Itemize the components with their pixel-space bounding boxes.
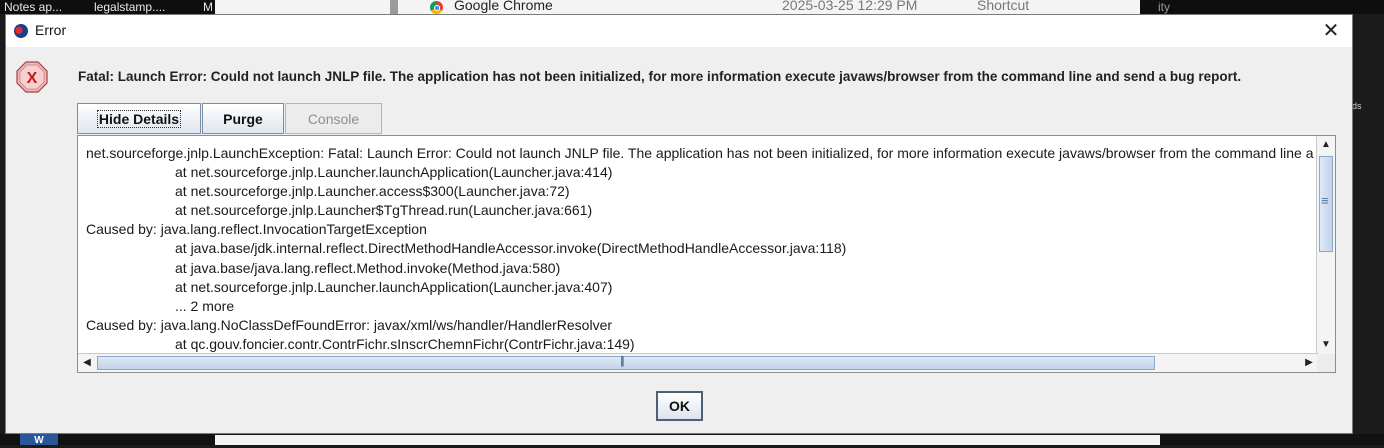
trace-line: net.sourceforge.jnlp.LaunchException: Fa… — [86, 145, 1314, 161]
trace-line: at java.base/jdk.internal.reflect.Direct… — [175, 240, 847, 257]
bg-tab-2[interactable]: legalstamp.... — [94, 0, 180, 14]
vertical-scroll-thumb[interactable] — [1319, 156, 1333, 252]
horizontal-scrollbar[interactable]: ◀ ▶ — [78, 353, 1318, 372]
bg-right-fragment: ity — [1158, 0, 1170, 14]
bg-side-fragment: ds — [1352, 101, 1362, 111]
trace-line: at net.sourceforge.jnlp.Launcher.access$… — [175, 183, 570, 200]
scroll-down-arrow-icon[interactable]: ▼ — [1317, 336, 1335, 354]
trace-line: Caused by: java.lang.NoClassDefFoundErro… — [86, 316, 613, 333]
trace-line: at qc.gouv.foncier.contr.ContrFichr.sIns… — [175, 335, 635, 352]
bg-file-name: Google Chrome — [454, 0, 553, 13]
background-explorer-row[interactable]: Google Chrome 2025-03-25 12:29 PM Shortc… — [215, 0, 1140, 14]
error-dialog: Error ✕ X Fatal: Launch Error: Could not… — [5, 14, 1353, 434]
bg-tab-1[interactable]: Notes ap... — [4, 0, 76, 14]
detail-buttons: Hide Details Purge Console — [77, 103, 383, 134]
scroll-left-arrow-icon[interactable]: ◀ — [78, 354, 96, 372]
trace-line: at net.sourceforge.jnlp.Launcher.launchA… — [175, 164, 613, 181]
bg-file-date: 2025-03-25 12:29 PM — [782, 0, 918, 13]
ok-button[interactable]: OK — [656, 391, 703, 421]
purge-button[interactable]: Purge — [202, 103, 284, 134]
vertical-scrollbar[interactable]: ▲ ▼ — [1316, 136, 1335, 354]
error-icon: X — [16, 61, 48, 93]
stack-trace-text[interactable]: net.sourceforge.jnlp.LaunchException: Fa… — [86, 144, 1314, 354]
bg-scrollbar — [390, 0, 398, 14]
scroll-right-arrow-icon[interactable]: ▶ — [1300, 354, 1318, 372]
trace-line: Caused by: java.lang.reflect.InvocationT… — [86, 221, 427, 238]
trace-line: at net.sourceforge.jnlp.Launcher.launchA… — [175, 278, 613, 295]
scroll-up-arrow-icon[interactable]: ▲ — [1317, 136, 1335, 154]
stack-trace-panel[interactable]: net.sourceforge.jnlp.LaunchException: Fa… — [77, 135, 1336, 373]
java-app-icon — [14, 24, 28, 38]
error-icon-letter: X — [27, 70, 38, 87]
bg-tab-3[interactable]: M — [203, 0, 215, 14]
dialog-titlebar[interactable]: Error ✕ — [6, 15, 1352, 47]
word-app-icon[interactable]: W — [20, 434, 58, 446]
horizontal-scroll-thumb[interactable] — [97, 355, 1155, 370]
error-message: Fatal: Launch Error: Could not launch JN… — [78, 69, 1242, 84]
console-button[interactable]: Console — [285, 103, 382, 134]
close-button[interactable]: ✕ — [1318, 19, 1344, 43]
bg-file-type: Shortcut — [977, 0, 1030, 13]
background-taskbar-bottom: W — [0, 434, 1384, 446]
hide-details-label: Hide Details — [96, 109, 182, 128]
scroll-corner — [1317, 354, 1335, 372]
chrome-icon — [430, 1, 443, 14]
trace-line: at net.sourceforge.jnlp.Launcher$TgThrea… — [175, 202, 593, 219]
bg-bottom-window — [215, 435, 1160, 445]
dialog-title: Error — [35, 22, 67, 38]
trace-line: at java.base/java.lang.reflect.Method.in… — [175, 259, 561, 276]
trace-line: ... 2 more — [175, 297, 235, 314]
hide-details-button[interactable]: Hide Details — [77, 103, 201, 134]
